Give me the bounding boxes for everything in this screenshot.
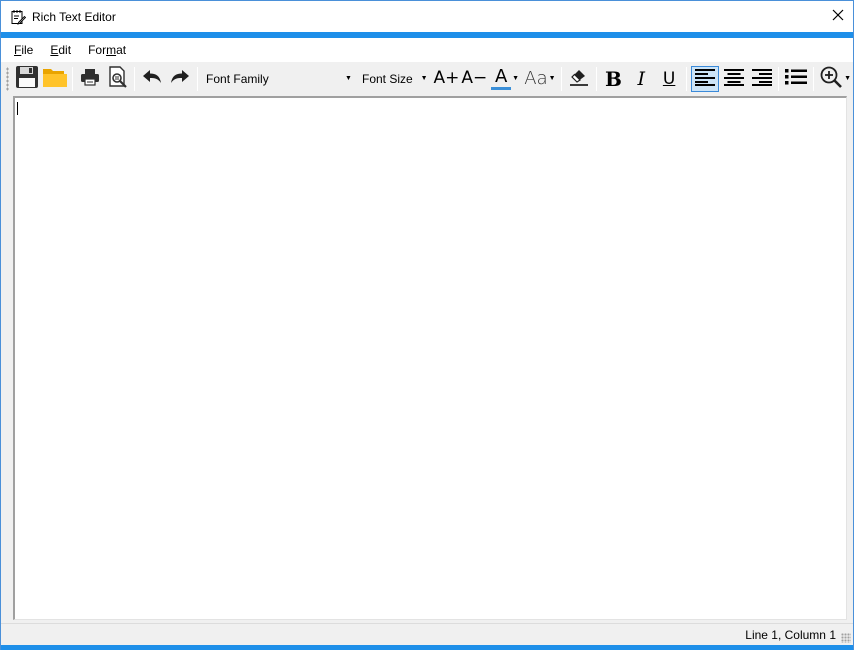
- toolbar-separator: [197, 66, 199, 91]
- status-bar: Line 1, Column 1: [1, 623, 853, 645]
- align-right-icon: [751, 68, 772, 89]
- resize-grip[interactable]: [841, 633, 851, 643]
- align-left-button[interactable]: [691, 65, 719, 92]
- menu-edit[interactable]: Edit: [43, 40, 79, 60]
- font-size-value: Font Size: [361, 71, 413, 86]
- save-button[interactable]: [14, 66, 40, 92]
- chevron-down-icon: ▼: [844, 75, 852, 82]
- open-folder-icon: [42, 65, 68, 92]
- font-color-letter: A: [494, 65, 508, 87]
- shrink-font-icon: A−: [461, 68, 488, 88]
- menu-edit-label: dit: [58, 43, 72, 57]
- underline-icon: U: [662, 68, 676, 89]
- underline-button[interactable]: U: [656, 66, 682, 92]
- menu-format-prefix: For: [88, 43, 107, 57]
- editor-frame: [13, 96, 847, 620]
- undo-icon: [142, 68, 162, 89]
- font-family-combo[interactable]: Font Family ▼: [202, 67, 356, 90]
- chevron-down-icon: ▼: [512, 75, 520, 82]
- text-caret: [17, 102, 18, 115]
- font-color-button[interactable]: A ▼: [489, 66, 521, 92]
- toolbar-separator: [813, 66, 815, 91]
- font-size-combo[interactable]: Font Size ▼: [357, 67, 432, 90]
- print-preview-icon: [108, 66, 128, 91]
- italic-icon: I: [637, 67, 646, 90]
- close-button[interactable]: [823, 1, 853, 32]
- change-case-button[interactable]: Aa ▼: [523, 66, 557, 92]
- toolbar-separator: [686, 66, 688, 91]
- toolbar-separator: [134, 66, 136, 91]
- close-icon: [832, 9, 844, 24]
- app-window: Rich Text Editor File Edit Format Font F…: [0, 0, 854, 650]
- rich-text-area[interactable]: [15, 98, 846, 619]
- redo-button[interactable]: [167, 66, 193, 92]
- window-title: Rich Text Editor: [32, 9, 116, 24]
- eraser-icon: [569, 67, 589, 90]
- menu-format[interactable]: Format: [81, 40, 134, 60]
- title-bar[interactable]: Rich Text Editor: [1, 1, 853, 32]
- toolbar-separator: [778, 66, 780, 91]
- menu-format-label: at: [116, 43, 127, 57]
- italic-button[interactable]: I: [628, 66, 654, 92]
- cursor-position: Line 1, Column 1: [745, 628, 836, 642]
- redo-icon: [170, 68, 190, 89]
- bullet-list-icon: [785, 68, 808, 89]
- shrink-font-button[interactable]: A−: [461, 66, 487, 92]
- toolbar-separator: [71, 66, 73, 91]
- menu-file[interactable]: File: [7, 40, 41, 60]
- print-icon: [80, 67, 100, 90]
- chevron-down-icon: ▼: [548, 75, 556, 82]
- chevron-down-icon: ▼: [420, 75, 428, 82]
- toolbar-separator: [560, 66, 562, 91]
- toolbar-grip[interactable]: [6, 66, 9, 91]
- align-right-button[interactable]: [749, 66, 775, 92]
- print-button[interactable]: [77, 66, 103, 92]
- grow-font-icon: A+: [433, 68, 460, 88]
- toolbar: Font Family ▼ Font Size ▼ A+ A− A ▼ Aa ▼: [1, 62, 853, 95]
- chevron-down-icon: ▼: [345, 75, 352, 82]
- change-case-icon: Aa: [524, 67, 548, 89]
- font-color-icon: A: [491, 65, 512, 90]
- clear-formatting-button[interactable]: [566, 66, 592, 92]
- open-button[interactable]: [42, 66, 68, 92]
- bottom-accent-bar: [1, 645, 853, 650]
- bold-icon: B: [605, 66, 622, 91]
- save-icon: [15, 65, 39, 92]
- menu-file-label: ile: [21, 43, 34, 57]
- menu-format-mnemonic: m: [106, 43, 117, 57]
- align-center-icon: [723, 68, 744, 89]
- align-center-button[interactable]: [721, 66, 747, 92]
- zoom-button[interactable]: ▼: [818, 66, 852, 92]
- grow-font-button[interactable]: A+: [434, 66, 460, 92]
- zoom-in-icon: [819, 65, 843, 92]
- toolbar-separator: [595, 66, 597, 91]
- bold-button[interactable]: B: [601, 66, 627, 92]
- bullet-list-button[interactable]: [783, 66, 809, 92]
- font-color-swatch: [491, 86, 512, 90]
- font-family-value: Font Family: [206, 71, 269, 86]
- print-preview-button[interactable]: [105, 66, 131, 92]
- menu-bar: File Edit Format: [1, 38, 853, 62]
- align-left-icon: [694, 68, 715, 89]
- notepad-pen-icon: [10, 9, 26, 25]
- undo-button[interactable]: [139, 66, 165, 92]
